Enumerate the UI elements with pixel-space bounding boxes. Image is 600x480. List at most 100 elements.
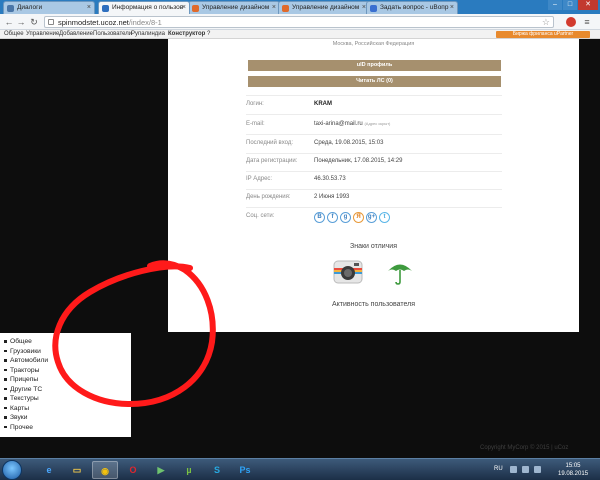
start-button[interactable] [2,460,22,480]
tab-favicon-icon [282,5,289,12]
birthday-value: 2 Июня 1993 [314,194,350,200]
clock[interactable]: 15:05 19.08.2015 [558,462,588,478]
registration-date-label: Дата регистрации: [246,158,298,164]
tab-label: Управление дизайном [292,4,360,11]
browser-menu-icon[interactable]: ≡ [582,17,592,27]
category-item[interactable]: Прочее [4,423,131,433]
browser-tab[interactable]: Управление дизайном × [278,1,370,14]
browser-tab[interactable]: Управление дизайном × [188,1,280,14]
explorer-icon[interactable]: ▭ [64,461,90,479]
last-login-value: Среда, 19.08.2015, 15:03 [314,140,384,146]
vk-icon[interactable]: В [314,212,325,223]
category-item[interactable]: Текстуры [4,394,131,404]
skype-icon[interactable]: S [204,461,230,479]
google-plus-icon[interactable]: g+ [366,212,377,223]
clock-date: 19.08.2015 [558,471,589,477]
url-path: /index/8-1 [128,18,162,27]
login-label: Логин: [246,101,264,107]
back-arrow-icon[interactable]: ← [4,17,14,27]
browser-tab[interactable]: Диалоги × [3,1,95,14]
category-list: Общее Грузовики Автомобили Тракторы Приц… [0,333,131,437]
minimize-button[interactable]: – [548,0,562,10]
email-value: taxi-arina@mail.ru (Адрес скрыт) [314,121,390,127]
divider [246,189,502,190]
admin-menu-general[interactable]: Общее [4,31,24,37]
uid-profile-button[interactable]: uID профиль [248,60,501,71]
extension-icon[interactable] [566,17,576,27]
divider [246,134,502,135]
tab-close-icon[interactable]: × [272,2,276,14]
divider [246,171,502,172]
tab-close-icon[interactable]: × [182,2,186,14]
admin-menu-constructor[interactable]: Конструктор [168,31,205,37]
ie-icon[interactable]: e [36,461,62,479]
utorrent-icon[interactable]: µ [176,461,202,479]
url-host: spinmodstet.ucoz.net [58,18,129,27]
social-icons: В f g Я g+ t [314,212,390,223]
category-item[interactable]: Карты [4,404,131,414]
browser-tab[interactable]: Задать вопрос - uВопр × [366,1,458,14]
volume-icon[interactable] [534,466,541,473]
birthday-label: День рождения: [246,194,291,200]
category-item[interactable]: Автомобили [4,356,131,366]
profile-card: Москва, Российская Федерация uID профиль… [168,39,579,332]
login-value: KRAM [314,101,332,107]
ip-address-value: 46.30.53.73 [314,176,346,182]
admin-menu-add[interactable]: Добавление [59,31,93,37]
tab-close-icon[interactable]: × [450,2,454,14]
google-icon[interactable]: g [340,212,351,223]
yandex-icon[interactable]: Я [353,212,364,223]
forward-arrow-icon[interactable]: → [16,17,26,27]
divider [246,95,502,96]
tab-favicon-icon [102,5,109,12]
badges-heading: Знаки отличия [349,243,398,250]
upartner-button[interactable]: Биржа фриланса uPartner [496,31,590,38]
admin-menu-rupalindia[interactable]: Рупалиндиа [131,31,165,37]
windows-taskbar: e ▭ ◉ O ▶ µ S Ps RU 15:05 19.08.2015 [0,458,600,480]
tray-flag-icon[interactable] [510,466,517,473]
photoshop-icon[interactable]: Ps [232,461,258,479]
tab-close-icon[interactable]: × [87,2,91,14]
category-item[interactable]: Тракторы [4,366,131,376]
admin-menu-users[interactable]: Пользователи [93,31,132,37]
address-bar[interactable]: spinmodstet.ucoz.net/index/8-1 ☆ [44,16,554,28]
category-item[interactable]: Грузовики [4,347,131,357]
maximize-button[interactable]: □ [563,0,577,10]
registration-date-value: Понедельник, 17.08.2015, 14:29 [314,158,403,164]
category-item[interactable]: Другие ТС [4,385,131,395]
facebook-icon[interactable]: f [327,212,338,223]
window-controls: – □ ✕ [548,0,598,11]
admin-menu-help[interactable]: ? [207,31,210,37]
reload-icon[interactable]: ↻ [29,17,39,27]
email-hidden-note: (Адрес скрыт) [364,121,391,126]
email-address[interactable]: taxi-arina@mail.ru [314,121,363,127]
activity-heading: Активность пользователя [331,301,416,308]
media-player-icon[interactable]: ▶ [148,461,174,479]
opera-icon[interactable]: O [120,461,146,479]
copyright-text: Copyright MyCorp © 2015 | uCoz [480,445,569,451]
network-icon[interactable] [522,466,529,473]
read-messages-button[interactable]: Читать ЛС (0) [248,76,501,87]
ucoz-admin-bar: Общее Управление Добавление Пользователи… [0,30,600,39]
divider [246,114,502,115]
divider [246,153,502,154]
clock-time: 15:05 [565,463,581,469]
social-networks-label: Соц. сети: [246,213,275,219]
camera-badge-icon [333,260,363,284]
admin-menu-management[interactable]: Управление [26,31,59,37]
browser-toolbar: ← → ↻ spinmodstet.ucoz.net/index/8-1 ☆ ≡ [0,14,600,30]
user-location: Москва, Российская Федерация [332,41,415,47]
ip-address-label: IP Адрес: [246,176,273,182]
tab-favicon-icon [192,5,199,12]
bookmark-star-icon[interactable]: ☆ [542,17,550,28]
category-item[interactable]: Общее [4,337,131,347]
category-item[interactable]: Прицепы [4,375,131,385]
close-window-button[interactable]: ✕ [578,0,598,10]
twitter-icon[interactable]: t [379,212,390,223]
tab-favicon-icon [7,5,14,12]
language-indicator[interactable]: RU [494,466,503,472]
category-item[interactable]: Звуки [4,413,131,423]
browser-tab[interactable]: Информация о пользов × [98,1,190,14]
page-content: Москва, Российская Федерация uID профиль… [0,39,600,458]
chrome-icon[interactable]: ◉ [92,461,118,479]
